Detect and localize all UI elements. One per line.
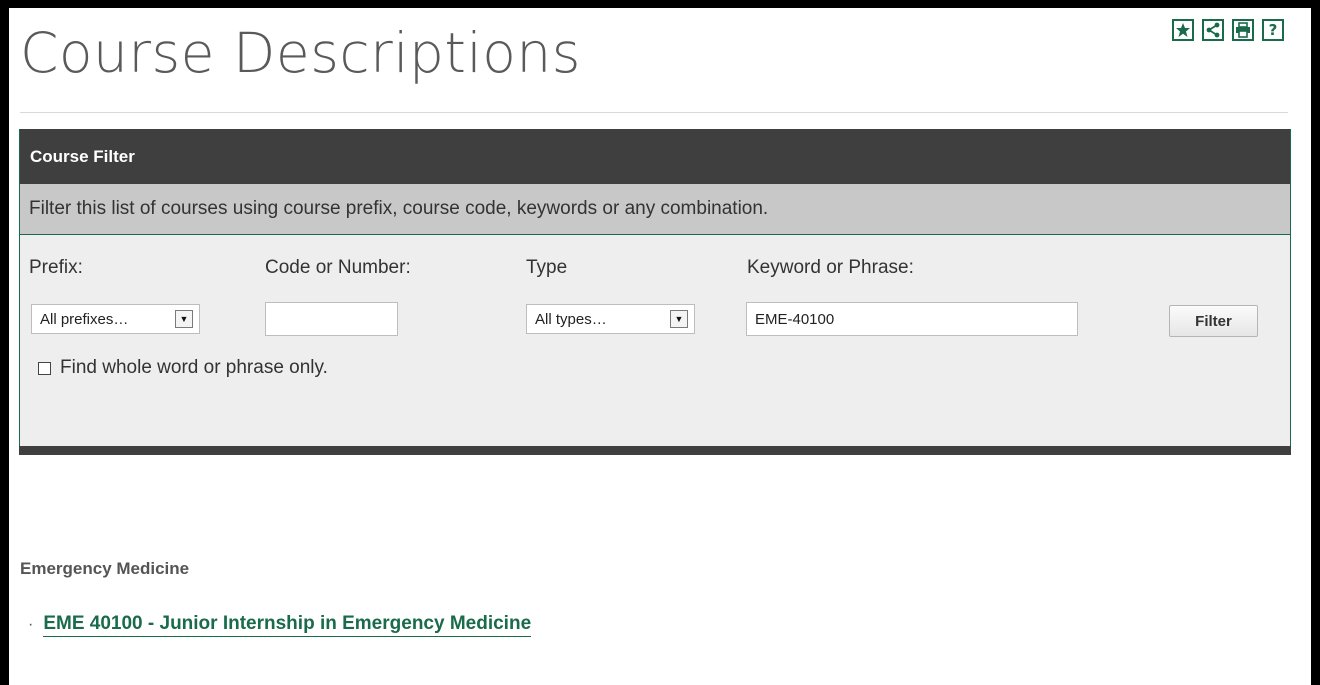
- prefix-label: Prefix:: [29, 257, 83, 278]
- course-link[interactable]: EME 40100 - Junior Internship in Emergen…: [43, 613, 532, 637]
- print-button[interactable]: [1232, 19, 1254, 41]
- help-button[interactable]: ?: [1262, 19, 1284, 41]
- printer-icon: [1236, 22, 1250, 38]
- keyword-label: Keyword or Phrase:: [747, 257, 914, 278]
- filter-panel-footer: [19, 446, 1291, 455]
- page-tools: ?: [1172, 19, 1284, 41]
- course-filter-panel: Course Filter Filter this list of course…: [19, 129, 1291, 455]
- share-button[interactable]: [1202, 19, 1224, 41]
- code-input[interactable]: [265, 302, 398, 336]
- favorite-button[interactable]: [1172, 19, 1194, 41]
- whole-word-label: Find whole word or phrase only.: [60, 357, 328, 378]
- filter-header: Course Filter: [20, 129, 1290, 184]
- filter-button[interactable]: Filter: [1169, 305, 1258, 337]
- list-item: · EME 40100 - Junior Internship in Emerg…: [28, 613, 532, 637]
- star-icon: [1176, 23, 1190, 37]
- course-list: · EME 40100 - Junior Internship in Emerg…: [28, 613, 532, 637]
- type-select-value: All types…: [535, 310, 607, 328]
- whole-word-checkbox[interactable]: [38, 361, 51, 375]
- share-icon: [1206, 22, 1220, 38]
- chevron-down-icon: ▼: [175, 310, 193, 328]
- prefix-select[interactable]: All prefixes… ▼: [31, 304, 200, 334]
- page-title: Course Descriptions: [20, 21, 581, 85]
- help-icon: ?: [1268, 20, 1278, 39]
- bullet: ·: [28, 616, 34, 633]
- code-label: Code or Number:: [265, 257, 411, 278]
- chevron-down-icon: ▼: [670, 310, 688, 328]
- keyword-input[interactable]: [746, 302, 1078, 336]
- results-heading: Emergency Medicine: [20, 559, 190, 578]
- filter-description: Filter this list of courses using course…: [20, 184, 1290, 235]
- filter-form: Prefix: Code or Number: Type Keyword or …: [20, 235, 1290, 445]
- type-select[interactable]: All types… ▼: [526, 304, 695, 334]
- prefix-select-value: All prefixes…: [40, 310, 129, 328]
- whole-word-option: Find whole word or phrase only.: [38, 357, 328, 379]
- title-divider: [20, 112, 1288, 113]
- type-label: Type: [526, 257, 568, 278]
